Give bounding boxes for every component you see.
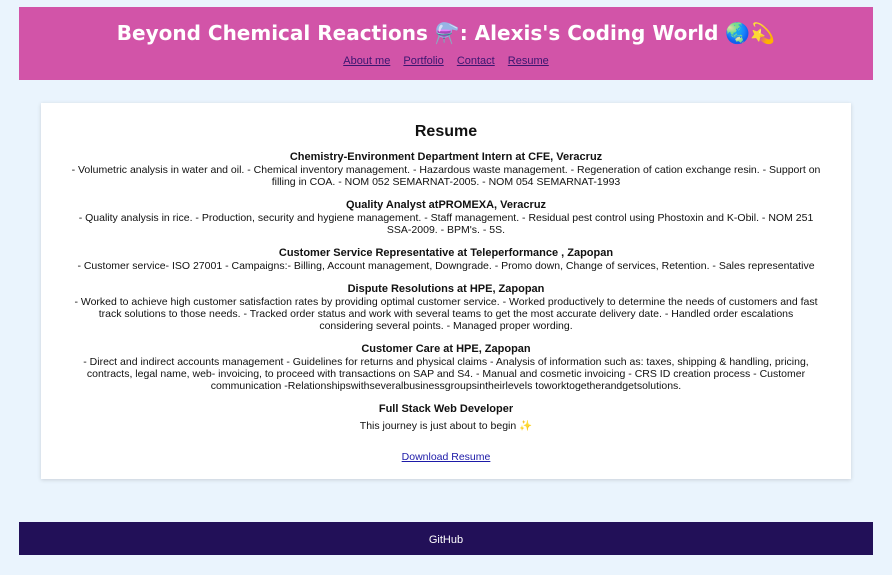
- site-header: Beyond Chemical Reactions ⚗️: Alexis's C…: [19, 7, 873, 80]
- job-entry: Quality Analyst atPROMEXA, Veracruz - Qu…: [71, 199, 821, 236]
- nav-link-resume[interactable]: Resume: [508, 55, 549, 67]
- job-description: - Quality analysis in rice. - Production…: [78, 212, 814, 236]
- job-entry: Dispute Resolutions at HPE, Zapopan - Wo…: [71, 283, 821, 332]
- job-description: - Direct and indirect accounts managemen…: [83, 356, 809, 392]
- job-title: Quality Analyst atPROMEXA, Veracruz: [345, 199, 547, 211]
- resume-card: Resume Chemistry-Environment Department …: [41, 103, 851, 479]
- github-link[interactable]: GitHub: [429, 534, 463, 546]
- site-title: Beyond Chemical Reactions ⚗️: Alexis's C…: [116, 21, 776, 45]
- site-footer: GitHub: [19, 522, 873, 555]
- job-description: - Customer service- ISO 27001 - Campaign…: [77, 260, 815, 272]
- job-title: Dispute Resolutions at HPE, Zapopan: [347, 283, 545, 295]
- job-title: Customer Care at HPE, Zapopan: [361, 343, 531, 355]
- job-description: - Worked to achieve high customer satisf…: [74, 296, 818, 332]
- job-entry: Chemistry-Environment Department Intern …: [71, 151, 821, 188]
- current-role-title: Full Stack Web Developer: [378, 403, 514, 415]
- job-title: Chemistry-Environment Department Intern …: [289, 151, 603, 163]
- main-nav: About me Portfolio Contact Resume: [19, 55, 873, 67]
- job-description: - Volumetric analysis in water and oil. …: [71, 164, 821, 188]
- resume-heading: Resume: [414, 123, 478, 140]
- nav-link-about-me[interactable]: About me: [343, 55, 390, 67]
- nav-link-contact[interactable]: Contact: [457, 55, 495, 67]
- job-title: Customer Service Representative at Telep…: [278, 247, 614, 259]
- current-role-description: This journey is just about to begin ✨: [359, 420, 533, 432]
- job-entry: Customer Service Representative at Telep…: [71, 247, 821, 272]
- download-resume-link[interactable]: Download Resume: [402, 451, 491, 463]
- current-role: Full Stack Web Developer This journey is…: [71, 403, 821, 432]
- nav-link-portfolio[interactable]: Portfolio: [403, 55, 443, 67]
- job-entry: Customer Care at HPE, Zapopan - Direct a…: [71, 343, 821, 392]
